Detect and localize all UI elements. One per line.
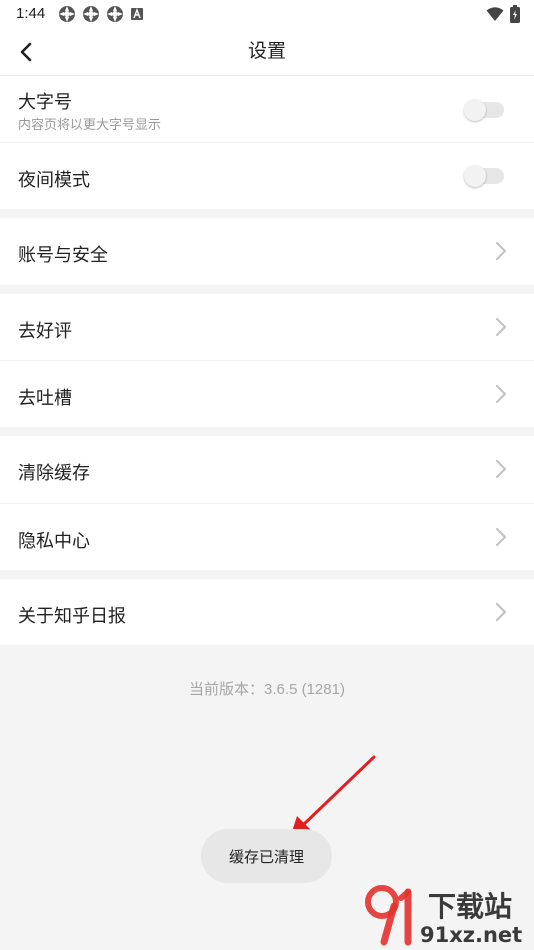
app-notification-icon (83, 6, 99, 22)
setting-row-clear-cache[interactable]: 清除缓存 (0, 436, 534, 503)
night-mode-toggle[interactable] (464, 165, 504, 187)
toast-message: 缓存已清理 (201, 829, 332, 883)
chevron-right-icon (495, 384, 507, 404)
setting-row-account[interactable]: 账号与安全 (0, 218, 534, 285)
setting-label-rate: 去好评 (18, 321, 72, 341)
large-font-toggle[interactable] (464, 99, 504, 121)
setting-row-privacy[interactable]: 隐私中心 (0, 504, 534, 570)
status-left-icons (58, 5, 144, 23)
chevron-right-icon (495, 241, 507, 261)
setting-row-rate[interactable]: 去好评 (0, 294, 534, 360)
setting-row-feedback[interactable]: 去吐槽 (0, 361, 534, 427)
setting-label-about: 关于知乎日报 (18, 606, 126, 626)
setting-label-night-mode: 夜间模式 (18, 170, 90, 190)
font-a-icon (131, 8, 143, 20)
app-bar: 设置 (0, 28, 534, 76)
app-notification-icon (107, 6, 123, 22)
chevron-right-icon (495, 459, 507, 479)
setting-row-night-mode[interactable]: 夜间模式 (0, 143, 534, 209)
app-notification-icon (59, 6, 75, 22)
chevron-right-icon (495, 527, 507, 547)
page-title: 设置 (247, 41, 286, 62)
setting-label-clear-cache: 清除缓存 (18, 463, 90, 483)
watermark-logo-icon: 下载站 91xz.net (365, 885, 522, 946)
toast-text: 缓存已清理 (228, 848, 304, 866)
status-bar: 1:44 (0, 0, 534, 28)
setting-label-large-font: 大字号 (18, 92, 72, 112)
setting-row-large-font[interactable]: 大字号 内容页将以更大字号显示 (0, 76, 534, 142)
setting-label-account: 账号与安全 (18, 245, 108, 265)
toggle-knob (464, 99, 486, 121)
status-right-icons (486, 5, 520, 23)
setting-label-privacy: 隐私中心 (18, 531, 90, 551)
status-time: 1:44 (16, 5, 46, 22)
watermark-domain-text: 91xz.net (420, 923, 522, 946)
setting-subtitle-large-font: 内容页将以更大字号显示 (18, 117, 162, 132)
battery-icon (510, 5, 520, 23)
toggle-knob (464, 165, 486, 187)
wifi-icon (486, 7, 504, 21)
version-text: 当前版本：3.6.5 (1281) (189, 681, 345, 698)
chevron-right-icon (495, 317, 507, 337)
watermark-brand-text: 下载站 (428, 890, 512, 923)
setting-row-about[interactable]: 关于知乎日报 (0, 579, 534, 645)
chevron-right-icon (495, 602, 507, 622)
setting-label-feedback: 去吐槽 (18, 388, 72, 408)
